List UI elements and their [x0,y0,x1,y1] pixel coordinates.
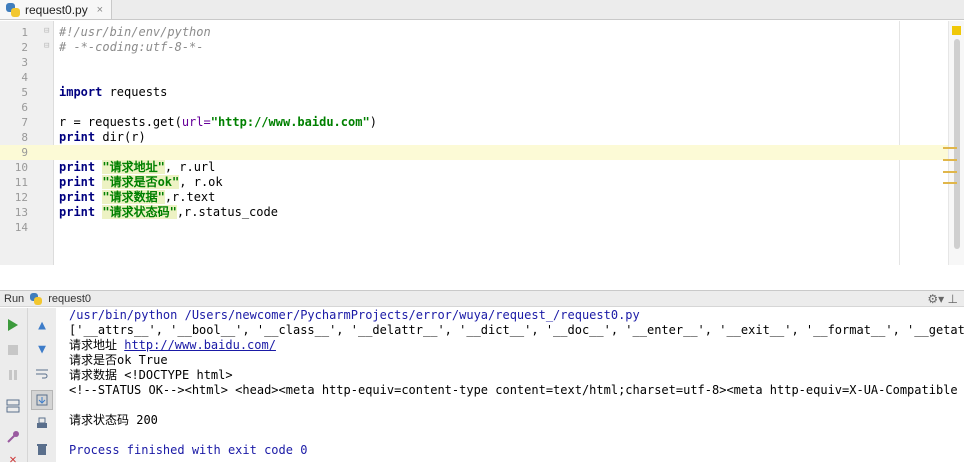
scroll-to-end-icon[interactable] [31,390,53,410]
close-run-icon[interactable]: ✕ [3,450,23,468]
settings-icon[interactable]: ⚙▾ [927,292,944,306]
warning-marker[interactable] [943,147,957,149]
code-line: 14 [14,221,28,234]
run-label: Run [4,292,25,305]
python-run-config-icon [30,292,43,305]
run-toolbar: ✕ ▲ ▼ [0,308,56,466]
console-dir-output: ['__attrs__', '__bool__', '__class__', '… [69,323,964,337]
file-tab-request0[interactable]: request0.py × [0,0,112,19]
file-tab-label: request0.py [25,2,88,17]
pin-tab-icon[interactable] [3,428,23,446]
code-line: 3 [21,56,28,69]
hide-panel-icon[interactable]: ⊥ [948,292,958,306]
console-url-link[interactable]: http://www.baidu.com/ [124,338,276,352]
console-status-line: 请求状态码 200 [69,413,158,427]
run-tool-window-header: Run request0 ⚙▾ ⊥ [0,290,964,307]
stop-icon[interactable] [3,341,23,359]
code-line: 4 [21,71,28,84]
scrollbar-thumb[interactable] [954,39,960,249]
code-line: 6 [21,101,28,114]
editor-tab-bar: request0.py × [0,0,964,20]
code-line: 12 print "请求数据",r.text [14,190,216,204]
console-process-finished: Process finished with exit code 0 [69,443,308,457]
warning-marker[interactable] [943,159,957,161]
code-line: 7r = requests.get(url="http://www.baidu.… [21,115,377,129]
fold-icon: ⊟ [44,26,50,36]
code-editor[interactable]: 1 ⊟ #!/usr/bin/env/python 2 ⊟ # -*-coding:ut… [0,21,964,265]
soft-wrap-icon[interactable] [32,365,52,383]
code-line: 2 ⊟ # -*-coding:utf-8-*- [21,40,204,54]
code-line: 11 print "请求是否ok", r.ok [14,175,223,189]
console-html-line: <!--STATUS OK--><html> <head><meta http-… [69,383,964,397]
pause-icon[interactable] [3,366,23,384]
fold-icon: ⊟ [44,41,50,51]
console-ok-line: 请求是否ok True [69,353,168,367]
code-line: 10 print "请求地址", r.url [14,160,216,174]
console-command-line: /usr/bin/python /Users/newcomer/PycharmP… [69,308,640,322]
scroll-down-icon[interactable]: ▼ [32,340,52,358]
python-file-icon [6,2,20,17]
code-line: 5 import requests [21,85,168,99]
trash-icon[interactable] [32,440,52,458]
rerun-icon[interactable] [3,316,23,334]
scroll-up-icon[interactable]: ▲ [32,316,52,334]
code-line: 13 print "请求状态码",r.status_code [14,205,278,219]
warning-marker[interactable] [943,171,957,173]
run-console-output[interactable]: /usr/bin/python /Users/newcomer/PycharmP… [57,308,964,462]
console-data-line: 请求数据 <!DOCTYPE html> [69,368,233,382]
layout-icon[interactable] [3,397,23,415]
current-code-line: 9 [0,145,964,160]
warning-marker[interactable] [943,182,957,184]
editor-scrollbar[interactable] [943,21,964,265]
close-tab-icon[interactable]: × [97,4,103,16]
console-url-line: 请求地址 http://www.baidu.com/ [69,338,276,352]
print-icon[interactable] [32,415,52,433]
run-config-name[interactable]: request0 [48,293,91,305]
code-line: 1 ⊟ #!/usr/bin/env/python [21,25,211,39]
warning-icon[interactable] [952,26,961,35]
code-line: 8 print dir(r) [21,130,146,144]
